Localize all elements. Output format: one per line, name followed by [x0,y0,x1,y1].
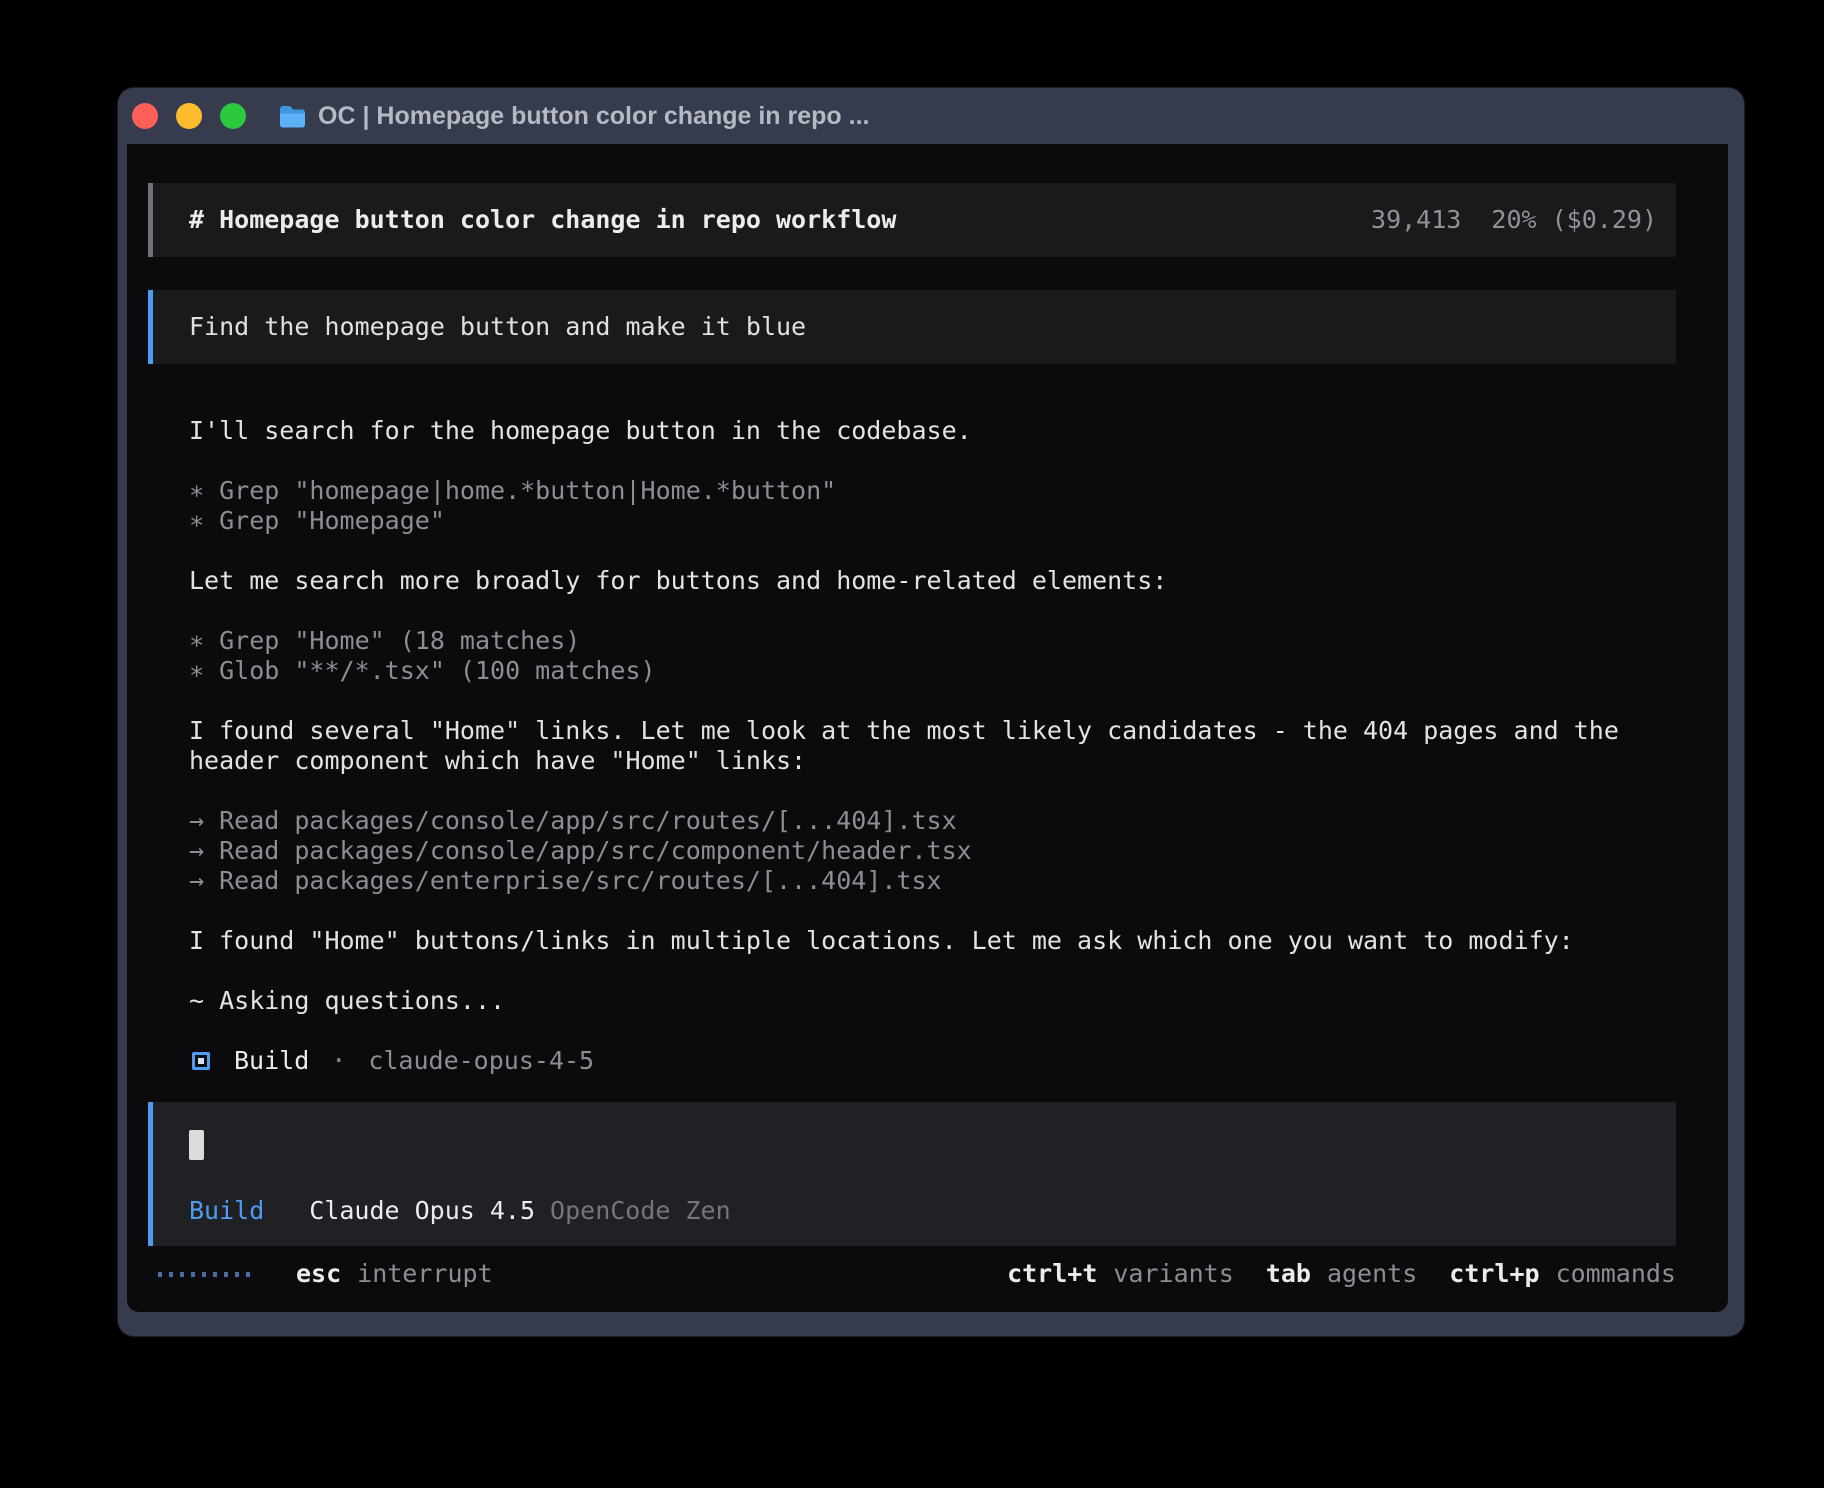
commands-label: commands [1556,1259,1676,1289]
close-window-button[interactable] [132,103,158,129]
agents-label: agents [1327,1259,1417,1289]
tool-call-grep: ∗ Grep "homepage|home.*button|Home.*butt… [189,476,1676,506]
terminal-window: OC | Homepage button color change in rep… [118,88,1744,1336]
user-message-text: Find the homepage button and make it blu… [189,312,806,342]
input-model-label[interactable]: Claude Opus 4.5 [309,1196,535,1226]
session-title: # Homepage button color change in repo w… [189,205,896,235]
text-cursor [189,1130,204,1160]
minimize-window-button[interactable] [176,103,202,129]
hint-variants: ctrl+t variants [1007,1259,1234,1289]
fullscreen-window-button[interactable] [220,103,246,129]
window-title: OC | Homepage button color change in rep… [318,102,869,131]
folder-icon [279,104,306,128]
status-right: ctrl+t variants tab agents ctrl+p comman… [1007,1259,1676,1289]
commands-key: ctrl+p [1449,1259,1539,1289]
prompt-input[interactable]: Build Claude Opus 4.5 OpenCode Zen [148,1102,1676,1246]
traffic-lights [132,103,246,129]
assistant-transcript: I'll search for the homepage button in t… [148,416,1676,1016]
tool-call-read: → Read packages/console/app/src/routes/[… [189,806,1676,836]
assistant-text: I found "Home" buttons/links in multiple… [189,926,1676,956]
session-token-stats: 39,413 20% ($0.29) [1371,205,1657,235]
progress-dots-spinner [158,1272,250,1277]
session-header: # Homepage button color change in repo w… [148,183,1676,257]
assistant-text: I'll search for the homepage button in t… [189,416,1676,446]
tool-call-read: → Read packages/enterprise/src/routes/[.… [189,866,1676,896]
interrupt-label: interrupt [357,1259,492,1289]
interrupt-key: esc [296,1259,341,1289]
agent-name: Build [234,1046,309,1076]
assistant-text: Let me search more broadly for buttons a… [189,566,1676,596]
window-titlebar[interactable]: OC | Homepage button color change in rep… [118,88,1744,144]
input-mode-label[interactable]: Build [189,1196,264,1226]
agent-model: claude-opus-4-5 [368,1046,594,1076]
agent-separator: · [331,1046,346,1076]
tool-call-grep: ∗ Grep "Home" (18 matches) [189,626,1676,656]
tool-call-grep: ∗ Grep "Homepage" [189,506,1676,536]
input-meta-row: Build Claude Opus 4.5 OpenCode Zen [189,1196,1656,1226]
status-left: esc interrupt [148,1259,493,1289]
hint-agents: tab agents [1266,1259,1417,1289]
variants-label: variants [1113,1259,1233,1289]
agent-status-row: Build · claude-opus-4-5 [148,1046,1676,1076]
input-provider-label: OpenCode Zen [550,1196,731,1226]
variants-key: ctrl+t [1007,1259,1097,1289]
assistant-status: ~ Asking questions... [189,986,1676,1016]
assistant-text: I found several "Home" links. Let me loo… [189,716,1676,776]
status-bar: esc interrupt ctrl+t variants tab agents… [148,1259,1676,1289]
user-message: Find the homepage button and make it blu… [148,290,1676,364]
agents-key: tab [1266,1259,1311,1289]
tool-call-glob: ∗ Glob "**/*.tsx" (100 matches) [189,656,1676,686]
tool-call-read: → Read packages/console/app/src/componen… [189,836,1676,866]
hint-commands: ctrl+p commands [1449,1259,1676,1289]
terminal-content: # Homepage button color change in repo w… [127,144,1728,1312]
build-agent-icon [192,1052,210,1070]
